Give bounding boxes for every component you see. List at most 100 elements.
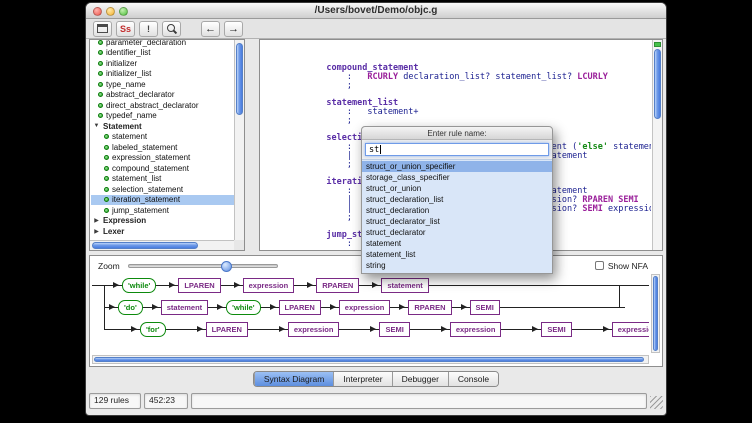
rule-icon bbox=[104, 166, 109, 171]
tree-item[interactable]: type_name bbox=[91, 79, 234, 90]
resize-grip[interactable] bbox=[650, 396, 663, 409]
completion-item[interactable]: struct_declaration_list bbox=[362, 194, 552, 205]
completion-item[interactable]: struct_or_union_specifier bbox=[362, 161, 552, 172]
toolbar-button-console[interactable] bbox=[93, 21, 112, 37]
completion-item[interactable]: struct_or_union bbox=[362, 183, 552, 194]
toolbar-button-label: ! bbox=[147, 24, 150, 34]
completion-item[interactable]: statement bbox=[362, 238, 552, 249]
completion-item[interactable]: string bbox=[362, 260, 552, 271]
diagram-node[interactable]: expression bbox=[450, 322, 502, 337]
diagram-node[interactable]: 'for' bbox=[140, 322, 166, 337]
tree-item[interactable]: initializer bbox=[91, 58, 234, 69]
arrow-icon bbox=[452, 304, 470, 310]
tab[interactable]: Syntax Diagram bbox=[254, 372, 333, 386]
tree-item-label: direct_abstract_declarator bbox=[106, 101, 199, 110]
tab[interactable]: Console bbox=[448, 372, 498, 386]
tree-item[interactable]: iteration_statement bbox=[91, 195, 234, 206]
zoom-button[interactable] bbox=[119, 7, 128, 16]
code-segment: statement)? bbox=[608, 142, 651, 152]
arrow-icon bbox=[501, 326, 541, 332]
tree-item-label: compound_statement bbox=[112, 164, 189, 173]
diagram-node[interactable]: RPAREN bbox=[316, 278, 359, 293]
diagram-node[interactable]: LPAREN bbox=[279, 300, 321, 315]
diagram-node[interactable]: SEMI bbox=[541, 322, 571, 337]
diagram-node[interactable]: RPAREN bbox=[408, 300, 451, 315]
tree-vertical-scroll-thumb[interactable] bbox=[236, 43, 243, 115]
tree-item[interactable]: labeled_statement bbox=[91, 142, 234, 153]
disclosure-triangle-icon[interactable]: ▼ bbox=[93, 123, 100, 129]
disclosure-triangle-icon[interactable]: ▶ bbox=[93, 228, 100, 235]
diagram-node[interactable]: expression bbox=[243, 278, 295, 293]
window-title: /Users/bovet/Demo/objc.g bbox=[86, 5, 666, 16]
toolbar-button-find[interactable] bbox=[162, 21, 181, 37]
completion-item[interactable]: struct_declarator_list bbox=[362, 216, 552, 227]
tree-item[interactable]: typedef_name bbox=[91, 111, 234, 122]
tree-item[interactable]: jump_statement bbox=[91, 205, 234, 216]
minimize-button[interactable] bbox=[106, 7, 115, 16]
diagram-vertical-scroll-thumb[interactable] bbox=[653, 276, 658, 351]
diagram-node[interactable]: LPAREN bbox=[206, 322, 248, 337]
toolbar-button-case[interactable]: Ss bbox=[116, 21, 135, 37]
diagram-node-wrap: LPAREN bbox=[261, 300, 321, 315]
tree-vertical-scrollbar[interactable] bbox=[234, 40, 244, 240]
tree-item[interactable]: expression_statement bbox=[91, 153, 234, 164]
diagram-node[interactable]: expression bbox=[612, 322, 649, 337]
tree-item-label: identifier_list bbox=[106, 48, 150, 57]
diagram-node[interactable]: 'while' bbox=[226, 300, 260, 315]
diagram-node[interactable]: statement bbox=[381, 278, 428, 293]
diagram-node[interactable]: 'while' bbox=[122, 278, 156, 293]
tree-item[interactable]: parameter_declaration bbox=[91, 40, 234, 48]
title-bar[interactable]: /Users/bovet/Demo/objc.g bbox=[86, 3, 666, 19]
arrow-icon bbox=[143, 304, 161, 310]
disclosure-triangle-icon[interactable]: ▶ bbox=[93, 217, 100, 224]
tab[interactable]: Debugger bbox=[392, 372, 448, 386]
zoom-slider-thumb[interactable] bbox=[221, 261, 232, 272]
tree-horizontal-scrollbar[interactable] bbox=[90, 240, 234, 250]
diagram-node[interactable]: expression bbox=[339, 300, 391, 315]
tree-item[interactable]: ▶ Lexer bbox=[91, 226, 234, 237]
tree-item[interactable]: direct_abstract_declarator bbox=[91, 100, 234, 111]
toolbar-button-back[interactable]: ← bbox=[201, 21, 220, 37]
editor-vertical-scroll-thumb[interactable] bbox=[654, 49, 661, 119]
diagram-horizontal-scrollbar[interactable] bbox=[92, 355, 649, 364]
diagram-node-wrap: expression bbox=[248, 322, 340, 337]
rule-icon bbox=[98, 71, 103, 76]
arrow-icon bbox=[261, 304, 279, 310]
diagram-node[interactable]: statement bbox=[161, 300, 208, 315]
diagram-vertical-scrollbar[interactable] bbox=[651, 274, 660, 353]
tree-item[interactable]: initializer_list bbox=[91, 69, 234, 80]
tree-item-label: abstract_declarator bbox=[106, 90, 174, 99]
show-nfa-checkbox[interactable] bbox=[595, 261, 604, 270]
completion-item[interactable]: statement_list bbox=[362, 249, 552, 260]
rule-name-input[interactable]: st bbox=[365, 143, 549, 156]
completion-item[interactable]: struct_declaration bbox=[362, 205, 552, 216]
close-button[interactable] bbox=[93, 7, 102, 16]
diagram-node[interactable]: SEMI bbox=[379, 322, 409, 337]
tree-item[interactable]: abstract_declarator bbox=[91, 90, 234, 101]
tree-item[interactable]: selection_statement bbox=[91, 184, 234, 195]
tree-horizontal-scroll-thumb[interactable] bbox=[92, 242, 198, 249]
completion-item[interactable]: storage_class_specifier bbox=[362, 172, 552, 183]
editor-vertical-scrollbar[interactable] bbox=[652, 40, 662, 250]
code-segment: declaration_list? statement_list? bbox=[398, 72, 577, 82]
tree-item-label: jump_statement bbox=[112, 206, 169, 215]
diagram-horizontal-scroll-thumb[interactable] bbox=[94, 357, 644, 362]
diagram-node[interactable]: LPAREN bbox=[178, 278, 220, 293]
diagram-node-wrap: 'do' bbox=[100, 300, 143, 315]
diagram-node[interactable]: 'do' bbox=[118, 300, 143, 315]
tree-item[interactable]: ▶ Expression bbox=[91, 216, 234, 227]
zoom-slider[interactable] bbox=[128, 264, 278, 268]
toolbar-button-check-grammar[interactable]: ! bbox=[139, 21, 158, 37]
tree-item[interactable]: statement_list bbox=[91, 174, 234, 185]
completion-item[interactable]: struct_declarator bbox=[362, 227, 552, 238]
toolbar-button-forward[interactable]: → bbox=[224, 21, 243, 37]
arrow-icon bbox=[359, 282, 381, 288]
tree-item[interactable]: identifier_list bbox=[91, 48, 234, 59]
diagram-node[interactable]: SEMI bbox=[470, 300, 500, 315]
tab[interactable]: Interpreter bbox=[333, 372, 391, 386]
tree-item[interactable]: statement bbox=[91, 132, 234, 143]
diagram-node[interactable]: expression bbox=[288, 322, 340, 337]
tree-item[interactable]: compound_statement bbox=[91, 163, 234, 174]
code-segment: LCURLY bbox=[577, 72, 608, 82]
tree-item[interactable]: ▼ Statement bbox=[91, 121, 234, 132]
